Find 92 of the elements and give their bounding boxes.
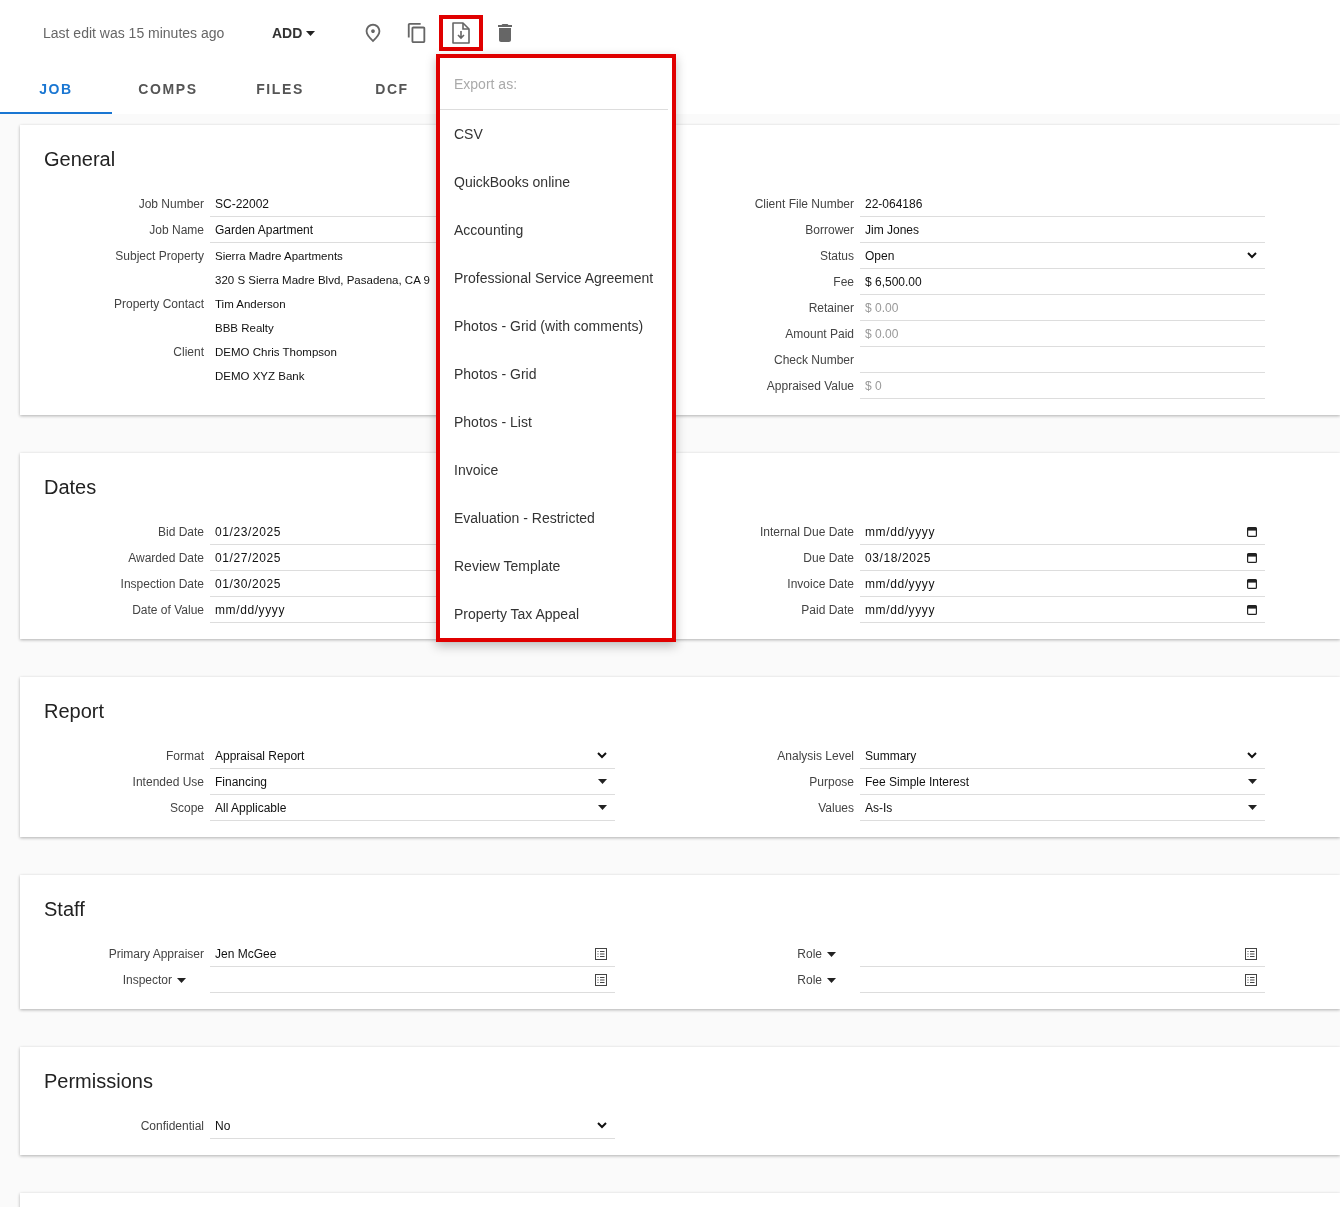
field-label: Due Date: [803, 551, 854, 565]
field-label: Retainer: [808, 301, 854, 315]
input-field[interactable]: 22-064186: [860, 191, 1265, 217]
field-label: Subject Property: [115, 249, 204, 263]
calendar-icon: [1247, 552, 1257, 563]
field-label: Status: [819, 249, 854, 263]
field-label: Check Number: [773, 353, 854, 367]
field-label: Bid Date: [157, 525, 204, 539]
field-label: Client: [173, 345, 204, 359]
field-label: Invoice Date: [787, 577, 854, 591]
list-icon: [1245, 973, 1257, 986]
field-label: Fee: [833, 275, 854, 289]
chevron-down-icon: [597, 1122, 607, 1129]
menu-header: Export as:: [440, 58, 668, 110]
label-dropdown[interactable]: Inspector: [122, 973, 186, 987]
section-title: General: [44, 147, 117, 171]
field-label: Analysis Level: [777, 749, 854, 763]
chevron-down-icon: [1247, 752, 1257, 759]
calendar-icon: [1247, 578, 1257, 589]
field-value: DEMO Chris Thompson: [215, 345, 337, 360]
date-field[interactable]: mm/dd/yyyy: [860, 519, 1265, 545]
field-label: Job Name: [149, 223, 204, 237]
field-label: Appraised Value: [766, 379, 854, 393]
field-label: Purpose: [809, 775, 854, 789]
add-button[interactable]: ADD: [272, 19, 316, 47]
menu-item[interactable]: Photos - List: [440, 398, 672, 446]
last-edit-text: Last edit was 15 minutes ago: [43, 25, 226, 41]
field-label: Internal Due Date: [759, 525, 854, 539]
select-field[interactable]: No: [210, 1113, 615, 1139]
caret-icon: [827, 951, 836, 957]
section-title: Staff: [44, 897, 86, 921]
field-label: Borrower: [805, 223, 854, 237]
field-label: Client File Number: [754, 197, 854, 211]
field-label: Inspection Date: [120, 577, 204, 591]
field-value: DEMO XYZ Bank: [215, 369, 305, 384]
date-field[interactable]: mm/dd/yyyy: [860, 571, 1265, 597]
calendar-icon: [1247, 526, 1257, 537]
menu-item[interactable]: Invoice: [440, 446, 672, 494]
field-value: BBB Realty: [215, 321, 274, 336]
input-field[interactable]: $ 6,500.00: [860, 269, 1265, 295]
select-field[interactable]: Open: [860, 243, 1265, 269]
field-label: Primary Appraiser: [108, 947, 204, 961]
tab[interactable]: COMPS: [112, 66, 224, 114]
caret-icon: [177, 977, 186, 983]
dropdown-field[interactable]: All Applicable: [210, 795, 615, 821]
section-title: Dates: [44, 475, 98, 499]
field-label: Values: [818, 801, 854, 815]
field-label: Date of Value: [132, 603, 204, 617]
section-title: Permissions: [44, 1069, 154, 1093]
select-field[interactable]: Summary: [860, 743, 1265, 769]
dropdown-field[interactable]: Financing: [210, 769, 615, 795]
caret-icon: [1248, 779, 1257, 784]
caret-icon: [598, 779, 607, 784]
label-dropdown[interactable]: Role: [797, 973, 836, 987]
field-label: Awarded Date: [128, 551, 204, 565]
field-label: Intended Use: [132, 775, 204, 789]
date-field[interactable]: mm/dd/yyyy: [860, 597, 1265, 623]
input-field[interactable]: Jim Jones: [860, 217, 1265, 243]
field-value: Sierra Madre Apartments: [215, 249, 343, 264]
list-icon: [595, 973, 607, 986]
dropdown-field[interactable]: As-Is: [860, 795, 1265, 821]
tab[interactable]: FILES: [224, 66, 336, 114]
chevron-down-icon: [597, 752, 607, 759]
menu-item[interactable]: Photos - Grid: [440, 350, 672, 398]
chevron-down-icon: [1247, 252, 1257, 259]
lookup-field[interactable]: Jen McGee: [210, 941, 615, 967]
label-dropdown[interactable]: Role: [797, 947, 836, 961]
caret-icon: [598, 805, 607, 810]
field-value: 320 S Sierra Madre Blvd, Pasadena, CA 9: [215, 273, 430, 288]
caret-icon: [306, 30, 316, 36]
calendar-icon: [1247, 604, 1257, 615]
list-icon: [595, 947, 607, 960]
field-label: Format: [166, 749, 204, 763]
date-field[interactable]: 03/18/2025: [860, 545, 1265, 571]
menu-item[interactable]: Professional Service Agreement: [440, 254, 672, 302]
tab[interactable]: JOB: [0, 66, 112, 114]
field-label: Amount Paid: [785, 327, 854, 341]
field-label: Job Number: [138, 197, 204, 211]
file-download-icon: [452, 22, 471, 44]
field-label: Paid Date: [801, 603, 854, 617]
dropdown-field[interactable]: Fee Simple Interest: [860, 769, 1265, 795]
field-value: Tim Anderson: [215, 297, 286, 312]
export-button[interactable]: [439, 15, 484, 51]
section-title: Report: [44, 699, 106, 723]
field-label: Scope: [169, 801, 204, 815]
menu-item[interactable]: Photos - Grid (with comments): [440, 302, 672, 350]
field-label: Property Contact: [113, 297, 204, 311]
caret-icon: [827, 977, 836, 983]
select-field[interactable]: Appraisal Report: [210, 743, 615, 769]
caret-icon: [1248, 805, 1257, 810]
list-icon: [1245, 947, 1257, 960]
field-label: Confidential: [140, 1119, 204, 1133]
